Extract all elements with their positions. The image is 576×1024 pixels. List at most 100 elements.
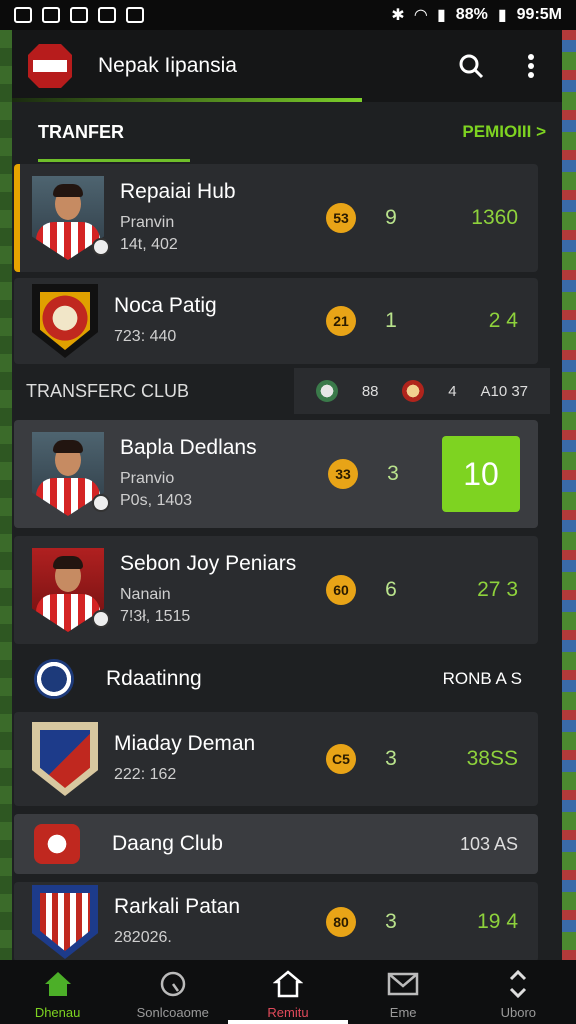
scout-icon	[156, 969, 190, 999]
more-options-icon[interactable]	[516, 51, 546, 81]
stadium-background-right	[562, 30, 576, 964]
app-notification-icon	[70, 7, 88, 23]
filter-value: 88	[361, 382, 379, 400]
nav-transfer[interactable]: Remitu	[227, 969, 348, 1024]
signal-icon: ▮	[436, 7, 446, 24]
player-value: 1360	[471, 206, 518, 229]
club-value: 19 4	[477, 910, 518, 933]
filter-value: 4	[448, 382, 457, 400]
rating-title: Rdaatinng	[106, 667, 202, 690]
club-value: 38SS	[466, 747, 518, 770]
team-flag-logo[interactable]	[28, 44, 72, 88]
search-icon[interactable]	[456, 51, 486, 81]
battery-icon: ▮	[497, 7, 507, 24]
coin-badge: C5	[326, 744, 356, 774]
coin-badge: 80	[326, 907, 356, 937]
player-name: Sebon Joy Peniars	[120, 552, 297, 575]
club-value: 103 AS	[459, 833, 518, 854]
nav-label: Remitu	[267, 1005, 309, 1020]
player-count: 3	[387, 462, 399, 485]
club-name: Miaday Deman	[114, 732, 256, 755]
club-name: Daang Club	[112, 832, 223, 855]
nav-mail[interactable]: Eme	[348, 969, 458, 1020]
club-badge-icon	[92, 238, 110, 256]
shield-icon	[126, 7, 144, 23]
status-right: ✱ ◠ ▮ 88% ▮ 99:5M	[391, 5, 562, 25]
club-crest-icon	[32, 284, 98, 358]
gallery-icon	[14, 7, 32, 23]
wifi-icon: ◠	[414, 7, 427, 24]
transfer-club-heading: TRANSFERC CLUB	[26, 380, 190, 401]
player-card[interactable]: Repaiai Hub Pranvin 14t, 402 53 9 1360	[14, 164, 538, 272]
club-count: 3	[385, 910, 397, 933]
player-avatar	[32, 176, 110, 260]
club-value: 2 4	[488, 309, 518, 332]
stadium-background-left	[0, 30, 12, 964]
player-stats: 7!3ł, 1515	[120, 608, 191, 625]
game-icon	[98, 7, 116, 23]
app-bar: Nepak Iipansia	[12, 30, 562, 102]
swap-icon	[501, 969, 535, 999]
nav-label: Eme	[389, 1005, 417, 1020]
club-crest-icon	[34, 824, 80, 864]
club-card[interactable]: Rarkali Patan 282026. 80 3 19 4	[14, 882, 538, 962]
club-filter-bar[interactable]: 88 4 A10 37	[294, 368, 550, 414]
club-stats: 282026.	[114, 929, 172, 946]
clock: 99:5M	[516, 6, 562, 23]
player-stats: P0s, 1403	[120, 492, 193, 509]
transfer-club-header: TRANSFERC CLUB 88 4 A10 37	[26, 368, 550, 414]
app-title: Nepak Iipansia	[98, 54, 237, 77]
coin-badge: 60	[326, 575, 356, 605]
filter-crest-icon	[315, 380, 338, 402]
battery-level: 88%	[455, 6, 488, 23]
nav-scout[interactable]: Sonlcoaome	[118, 969, 228, 1020]
notification-icon	[42, 7, 60, 23]
player-position: Pranvio	[120, 470, 175, 487]
rating-header[interactable]: Rdaatinng RONB A S	[14, 648, 538, 710]
player-position: Nanain	[120, 586, 171, 603]
player-name: Repaiai Hub	[120, 180, 236, 203]
club-name: Rarkali Patan	[114, 895, 241, 918]
club-crest-icon	[32, 885, 98, 959]
club-name: Noca Patig	[114, 294, 217, 317]
club-card[interactable]: Noca Patig 723: 440 21 1 2 4	[14, 278, 538, 364]
player-stats: 14t, 402	[120, 236, 178, 253]
nav-label: Uboro	[500, 1005, 537, 1020]
status-bar: ✱ ◠ ▮ 88% ▮ 99:5M	[0, 0, 576, 30]
player-count: 6	[385, 578, 397, 601]
coin-badge: 53	[326, 203, 356, 233]
premium-link[interactable]: PEMIOIII >	[462, 122, 546, 142]
club-stats: 723: 440	[114, 328, 177, 345]
nav-swap[interactable]: Uboro	[463, 969, 573, 1020]
coin-badge: 21	[326, 306, 356, 336]
nav-label: Sonlcoaome	[136, 1005, 209, 1020]
bottom-navigation: Dhenau Sonlcoaome Remitu Eme Uboro	[0, 960, 576, 1024]
club-stats: 222: 162	[114, 766, 177, 783]
player-avatar	[32, 548, 110, 632]
nav-label: Dhenau	[34, 1005, 81, 1020]
player-value: 27 3	[477, 578, 518, 601]
player-value-highlight[interactable]: 10	[442, 436, 520, 512]
transfer-heading: TRANFER	[38, 121, 124, 142]
player-position: Pranvin	[120, 214, 175, 231]
bluetooth-icon: ✱	[391, 7, 405, 24]
transfer-icon	[271, 969, 305, 999]
home-icon	[41, 969, 75, 999]
ranking-link[interactable]: RONB A S	[443, 669, 538, 689]
player-card[interactable]: Sebon Joy Peniars Nanain 7!3ł, 1515 60 6…	[14, 536, 538, 644]
club-card[interactable]: Miaday Deman 222: 162 C5 3 38SS	[14, 712, 538, 806]
player-count: 9	[385, 206, 397, 229]
rating-crest-icon	[34, 659, 74, 699]
player-name: Bapla Dedlans	[120, 436, 257, 459]
transfer-section-header: TRANFER PEMIOIII >	[12, 102, 562, 162]
mail-icon	[386, 969, 420, 999]
player-card-selected[interactable]: Bapla Dedlans Pranvio P0s, 1403 33 3 10	[14, 420, 538, 528]
player-avatar	[32, 432, 110, 516]
club-badge-icon	[92, 610, 110, 628]
club-row[interactable]: Daang Club 103 AS	[14, 814, 538, 874]
nav-home[interactable]: Dhenau	[3, 969, 113, 1020]
filter-value: A10 37	[480, 382, 529, 400]
filter-crest-icon	[402, 380, 425, 402]
club-count: 3	[385, 747, 397, 770]
section-tab-indicator	[38, 159, 190, 162]
